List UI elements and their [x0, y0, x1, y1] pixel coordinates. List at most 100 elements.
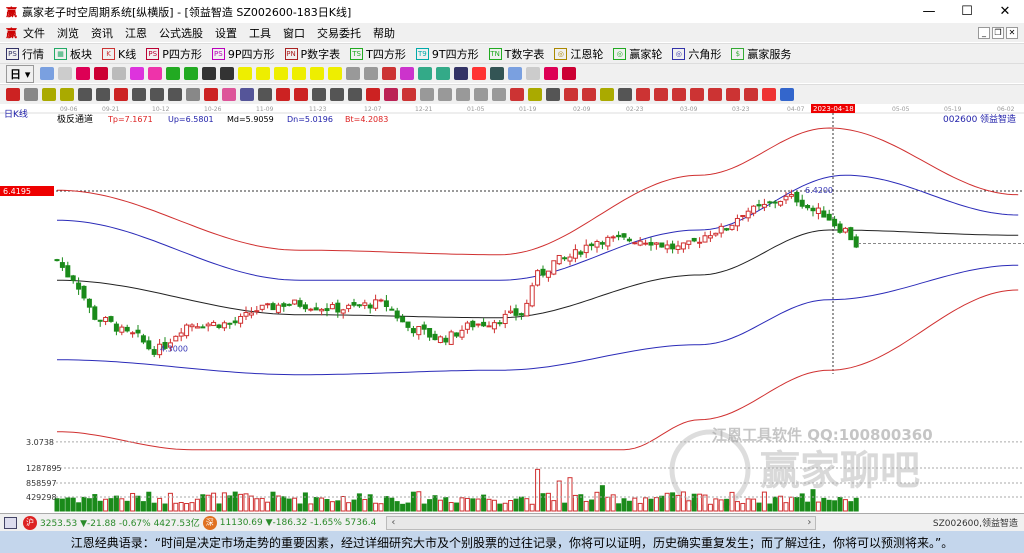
toolbar-1-button[interactable]: ▦ 板块 [54, 46, 92, 62]
tool-icon[interactable] [112, 67, 127, 80]
shenzhen-index[interactable]: 11130.69 ▼-186.32 -1.65% 5736.4 [220, 518, 377, 528]
tool-icon[interactable] [150, 88, 164, 101]
tool-icon[interactable] [474, 88, 488, 101]
tool-icon[interactable] [744, 88, 758, 101]
tool-icon[interactable] [708, 88, 722, 101]
tool-icon[interactable] [240, 88, 254, 101]
mdi-close-button[interactable]: ✕ [1006, 26, 1018, 39]
maximize-button[interactable]: ☐ [948, 0, 986, 23]
tool-icon[interactable] [508, 67, 523, 80]
tool-icon[interactable] [364, 67, 379, 80]
tool-icon[interactable] [42, 88, 56, 101]
period-select[interactable]: 日 ▾ [6, 64, 35, 83]
tool-icon[interactable] [148, 67, 163, 80]
tool-icon[interactable] [418, 67, 433, 80]
tool-icon[interactable] [24, 88, 38, 101]
tool-icon[interactable] [184, 67, 199, 80]
tool-icon[interactable] [564, 88, 578, 101]
shanghai-index[interactable]: 3253.53 ▼-21.88 -0.67% 4427.53亿 [40, 516, 200, 529]
tool-icon[interactable] [526, 67, 541, 80]
toolbar-9-button[interactable]: ◎ 江恩轮 [554, 46, 603, 62]
horizontal-scrollbar[interactable]: ‹ › [386, 515, 817, 530]
toolbar-3-button[interactable]: PS P四方形 [146, 46, 202, 62]
tool-icon[interactable] [222, 88, 236, 101]
tool-icon[interactable] [726, 88, 740, 101]
toolbar-5-button[interactable]: PN P数字表 [284, 46, 340, 62]
tool-icon[interactable] [94, 67, 109, 80]
tool-icon[interactable] [402, 88, 416, 101]
tool-icon[interactable] [204, 88, 218, 101]
tool-icon[interactable] [382, 67, 397, 80]
tool-icon[interactable] [690, 88, 704, 101]
tool-icon[interactable] [312, 88, 326, 101]
tool-icon[interactable] [384, 88, 398, 101]
toolbar-8-button[interactable]: TN T数字表 [488, 46, 544, 62]
tool-icon[interactable] [168, 88, 182, 101]
toolbar-2-button[interactable]: K K线 [102, 46, 136, 62]
tool-icon[interactable] [76, 67, 91, 80]
tool-icon[interactable] [96, 88, 110, 101]
toolbar-11-button[interactable]: ◎ 六角形 [672, 46, 721, 62]
tool-icon[interactable] [130, 67, 145, 80]
tool-icon[interactable] [582, 88, 596, 101]
tool-icon[interactable] [762, 88, 776, 101]
tool-icon[interactable] [310, 67, 325, 80]
tool-icon[interactable] [258, 88, 272, 101]
tool-icon[interactable] [274, 67, 289, 80]
tool-icon[interactable] [546, 88, 560, 101]
tool-icon[interactable] [114, 88, 128, 101]
tool-icon[interactable] [438, 88, 452, 101]
toolbar-6-button[interactable]: TS T四方形 [350, 46, 406, 62]
scroll-right-icon[interactable]: › [807, 517, 811, 528]
tool-icon[interactable] [220, 67, 235, 80]
tool-icon[interactable] [490, 67, 505, 80]
menu-trade[interactable]: 交易委托 [317, 25, 361, 41]
tool-icon[interactable] [492, 88, 506, 101]
kline-chart[interactable]: 09-06 09-21 10-12 10-26 11-09 11-23 12-07 12-21… [0, 104, 1024, 513]
minimize-button[interactable]: — [910, 0, 948, 23]
tool-icon[interactable] [420, 88, 434, 101]
tool-icon[interactable] [276, 88, 290, 101]
menu-formula[interactable]: 公式选股 [159, 25, 203, 41]
menu-settings[interactable]: 设置 [215, 25, 237, 41]
tool-icon[interactable] [292, 67, 307, 80]
toolbar-4-button[interactable]: PS 9P四方形 [211, 46, 275, 62]
tool-icon[interactable] [618, 88, 632, 101]
tool-icon[interactable] [454, 67, 469, 80]
tool-icon[interactable] [166, 67, 181, 80]
mdi-minimize-button[interactable]: _ [978, 26, 990, 39]
menu-info[interactable]: 资讯 [91, 25, 113, 41]
toolbar-0-button[interactable]: PS 行情 [6, 46, 44, 62]
tool-icon[interactable] [672, 88, 686, 101]
tool-icon[interactable] [346, 67, 361, 80]
mdi-restore-button[interactable]: ❐ [992, 26, 1004, 39]
tool-icon[interactable] [202, 67, 217, 80]
menu-browse[interactable]: 浏览 [57, 25, 79, 41]
tool-icon[interactable] [562, 67, 577, 80]
menu-window[interactable]: 窗口 [283, 25, 305, 41]
tool-icon[interactable] [366, 88, 380, 101]
close-button[interactable]: ✕ [986, 0, 1024, 23]
tool-icon[interactable] [238, 67, 253, 80]
tool-icon[interactable] [328, 67, 343, 80]
tool-icon[interactable] [436, 67, 451, 80]
tool-icon[interactable] [58, 67, 73, 80]
tool-icon[interactable] [510, 88, 524, 101]
tool-icon[interactable] [348, 88, 362, 101]
tool-icon[interactable] [132, 88, 146, 101]
toolbar-7-button[interactable]: T9 9T四方形 [415, 46, 479, 62]
scroll-left-icon[interactable]: ‹ [391, 517, 395, 528]
grid-icon[interactable] [4, 516, 17, 529]
tool-icon[interactable] [780, 88, 794, 101]
tool-icon[interactable] [528, 88, 542, 101]
tool-icon[interactable] [256, 67, 271, 80]
menu-help[interactable]: 帮助 [373, 25, 395, 41]
toolbar-10-button[interactable]: ◎ 赢家轮 [613, 46, 662, 62]
tool-icon[interactable] [636, 88, 650, 101]
tool-icon[interactable] [330, 88, 344, 101]
tool-icon[interactable] [186, 88, 200, 101]
tool-icon[interactable] [472, 67, 487, 80]
tool-icon[interactable] [456, 88, 470, 101]
tool-icon[interactable] [294, 88, 308, 101]
tool-icon[interactable] [400, 67, 415, 80]
